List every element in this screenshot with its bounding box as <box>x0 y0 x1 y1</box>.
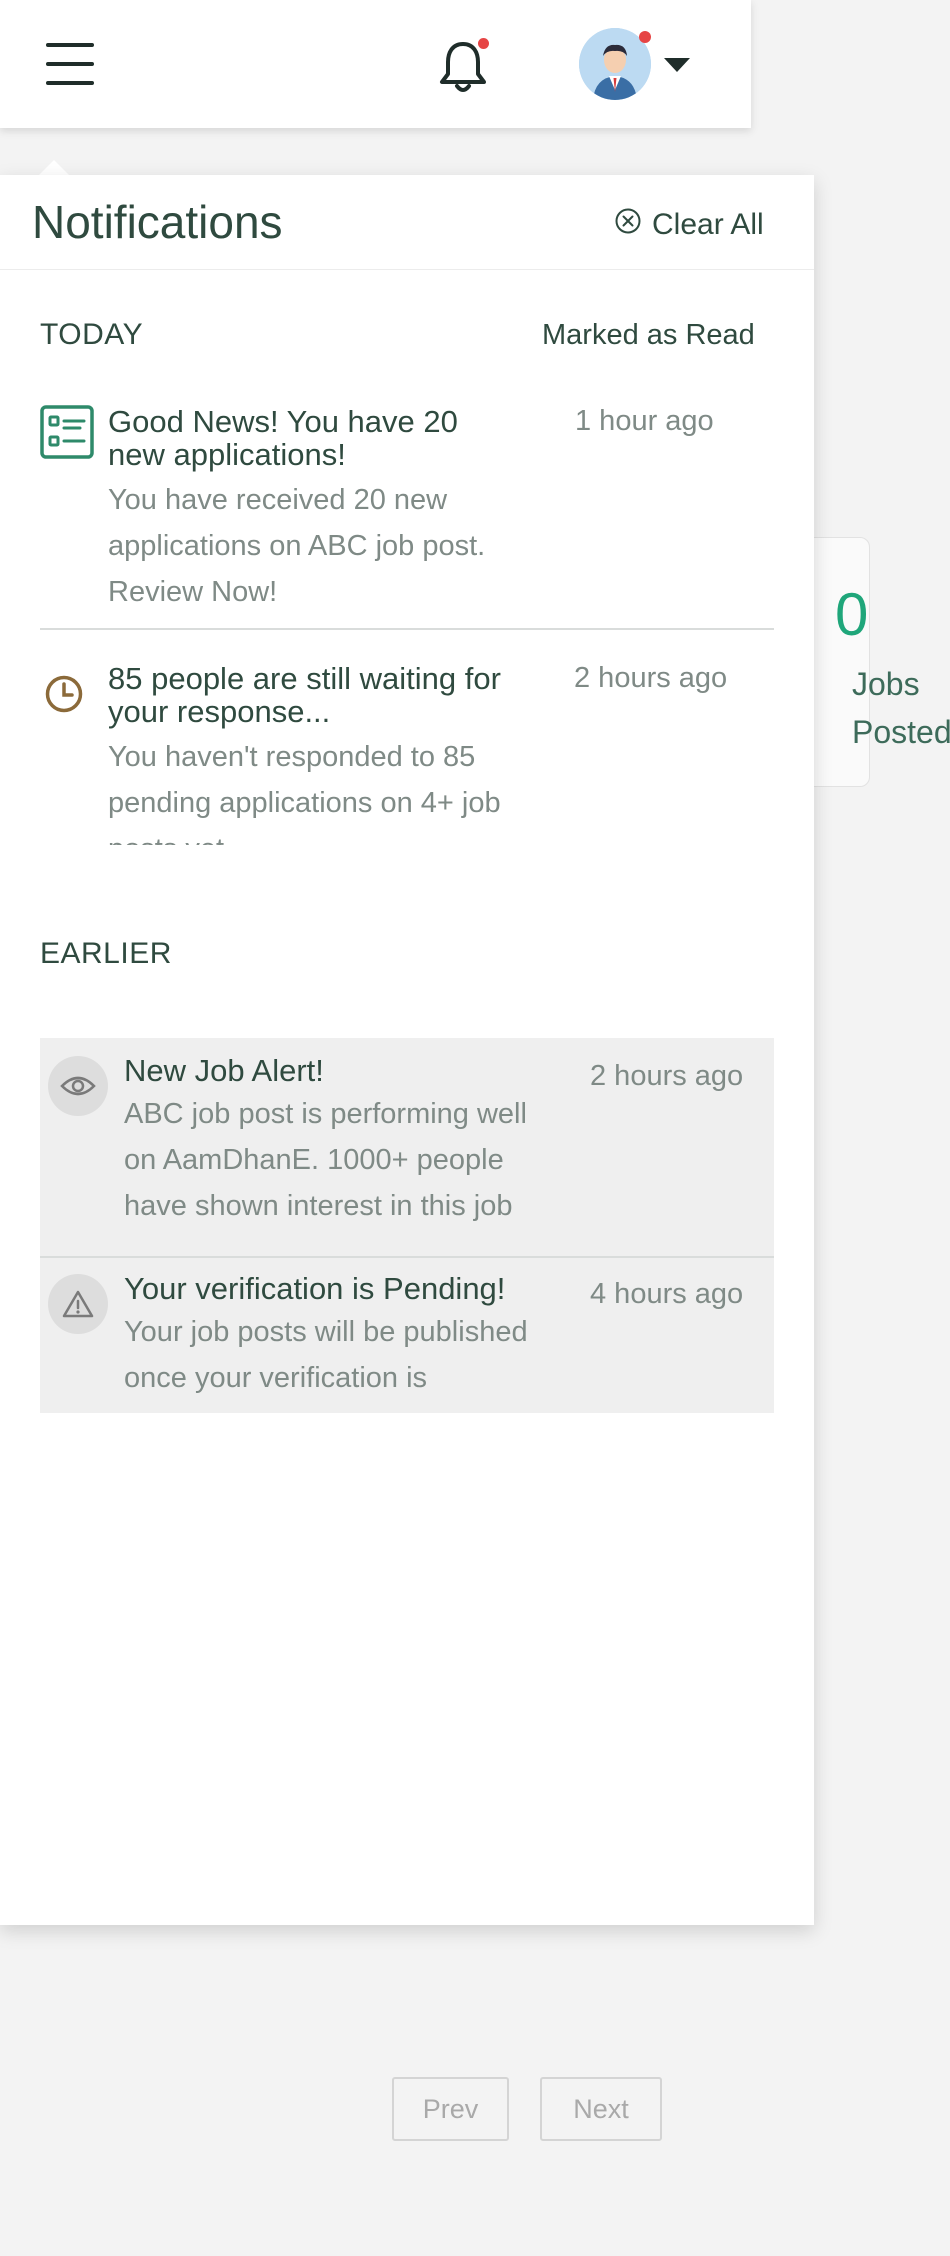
list-icon <box>40 405 94 464</box>
prev-button[interactable]: Prev <box>392 2077 509 2141</box>
notifications-panel: Notifications Clear All TODAY Marked as … <box>0 175 814 1925</box>
notification-title: Good News! You have 20 new applications! <box>108 404 458 472</box>
notification-time: 4 hours ago <box>590 1278 744 1310</box>
today-label: TODAY <box>40 318 144 351</box>
notification-title: 85 people are still waiting for your res… <box>108 662 501 729</box>
marked-read-button[interactable]: Marked as Read <box>542 319 755 352</box>
clear-all-label: Clear All <box>652 208 764 241</box>
notification-body: You haven't responded to 85 pending appl… <box>108 741 501 845</box>
top-bar <box>0 0 751 128</box>
notification-item[interactable]: New Job Alert! ABC job post is performin… <box>40 1038 774 1256</box>
clear-all-button[interactable]: Clear All <box>614 205 764 245</box>
panel-title: Notifications <box>32 196 283 248</box>
notification-time: 2 hours ago <box>590 1060 744 1092</box>
panel-header: Notifications Clear All <box>0 175 814 270</box>
eye-icon <box>48 1056 108 1116</box>
next-button[interactable]: Next <box>540 2077 662 2141</box>
notification-body: You have received 20 new applications on… <box>108 484 486 608</box>
divider <box>40 628 774 630</box>
avatar-status-dot <box>639 31 651 43</box>
clock-icon <box>44 674 84 719</box>
notification-body: ABC job post is performing well on AamDh… <box>124 1098 527 1222</box>
panel-arrow <box>38 160 70 176</box>
warning-icon <box>48 1274 108 1334</box>
bell-icon[interactable] <box>438 38 489 94</box>
notification-dot <box>478 38 489 49</box>
notification-title: New Job Alert! <box>124 1053 324 1088</box>
caret-down-icon[interactable] <box>664 58 690 72</box>
notification-time: 1 hour ago <box>575 405 714 437</box>
stat-label: Jobs Posted <box>852 666 950 750</box>
notification-item[interactable]: Your verification is Pending! Your job p… <box>40 1258 774 1413</box>
notification-body: Your job posts will be published once yo… <box>124 1316 528 1394</box>
close-circle-icon <box>614 207 642 243</box>
notification-item[interactable]: 85 people are still waiting for your res… <box>40 662 774 845</box>
earlier-label: EARLIER <box>40 937 172 970</box>
stat-value: 0 <box>835 581 869 648</box>
notification-title: Your verification is Pending! <box>124 1271 506 1306</box>
hamburger-menu-icon[interactable] <box>46 43 94 85</box>
notification-time: 2 hours ago <box>574 662 728 694</box>
notification-item[interactable]: Good News! You have 20 new applications!… <box>40 404 774 608</box>
